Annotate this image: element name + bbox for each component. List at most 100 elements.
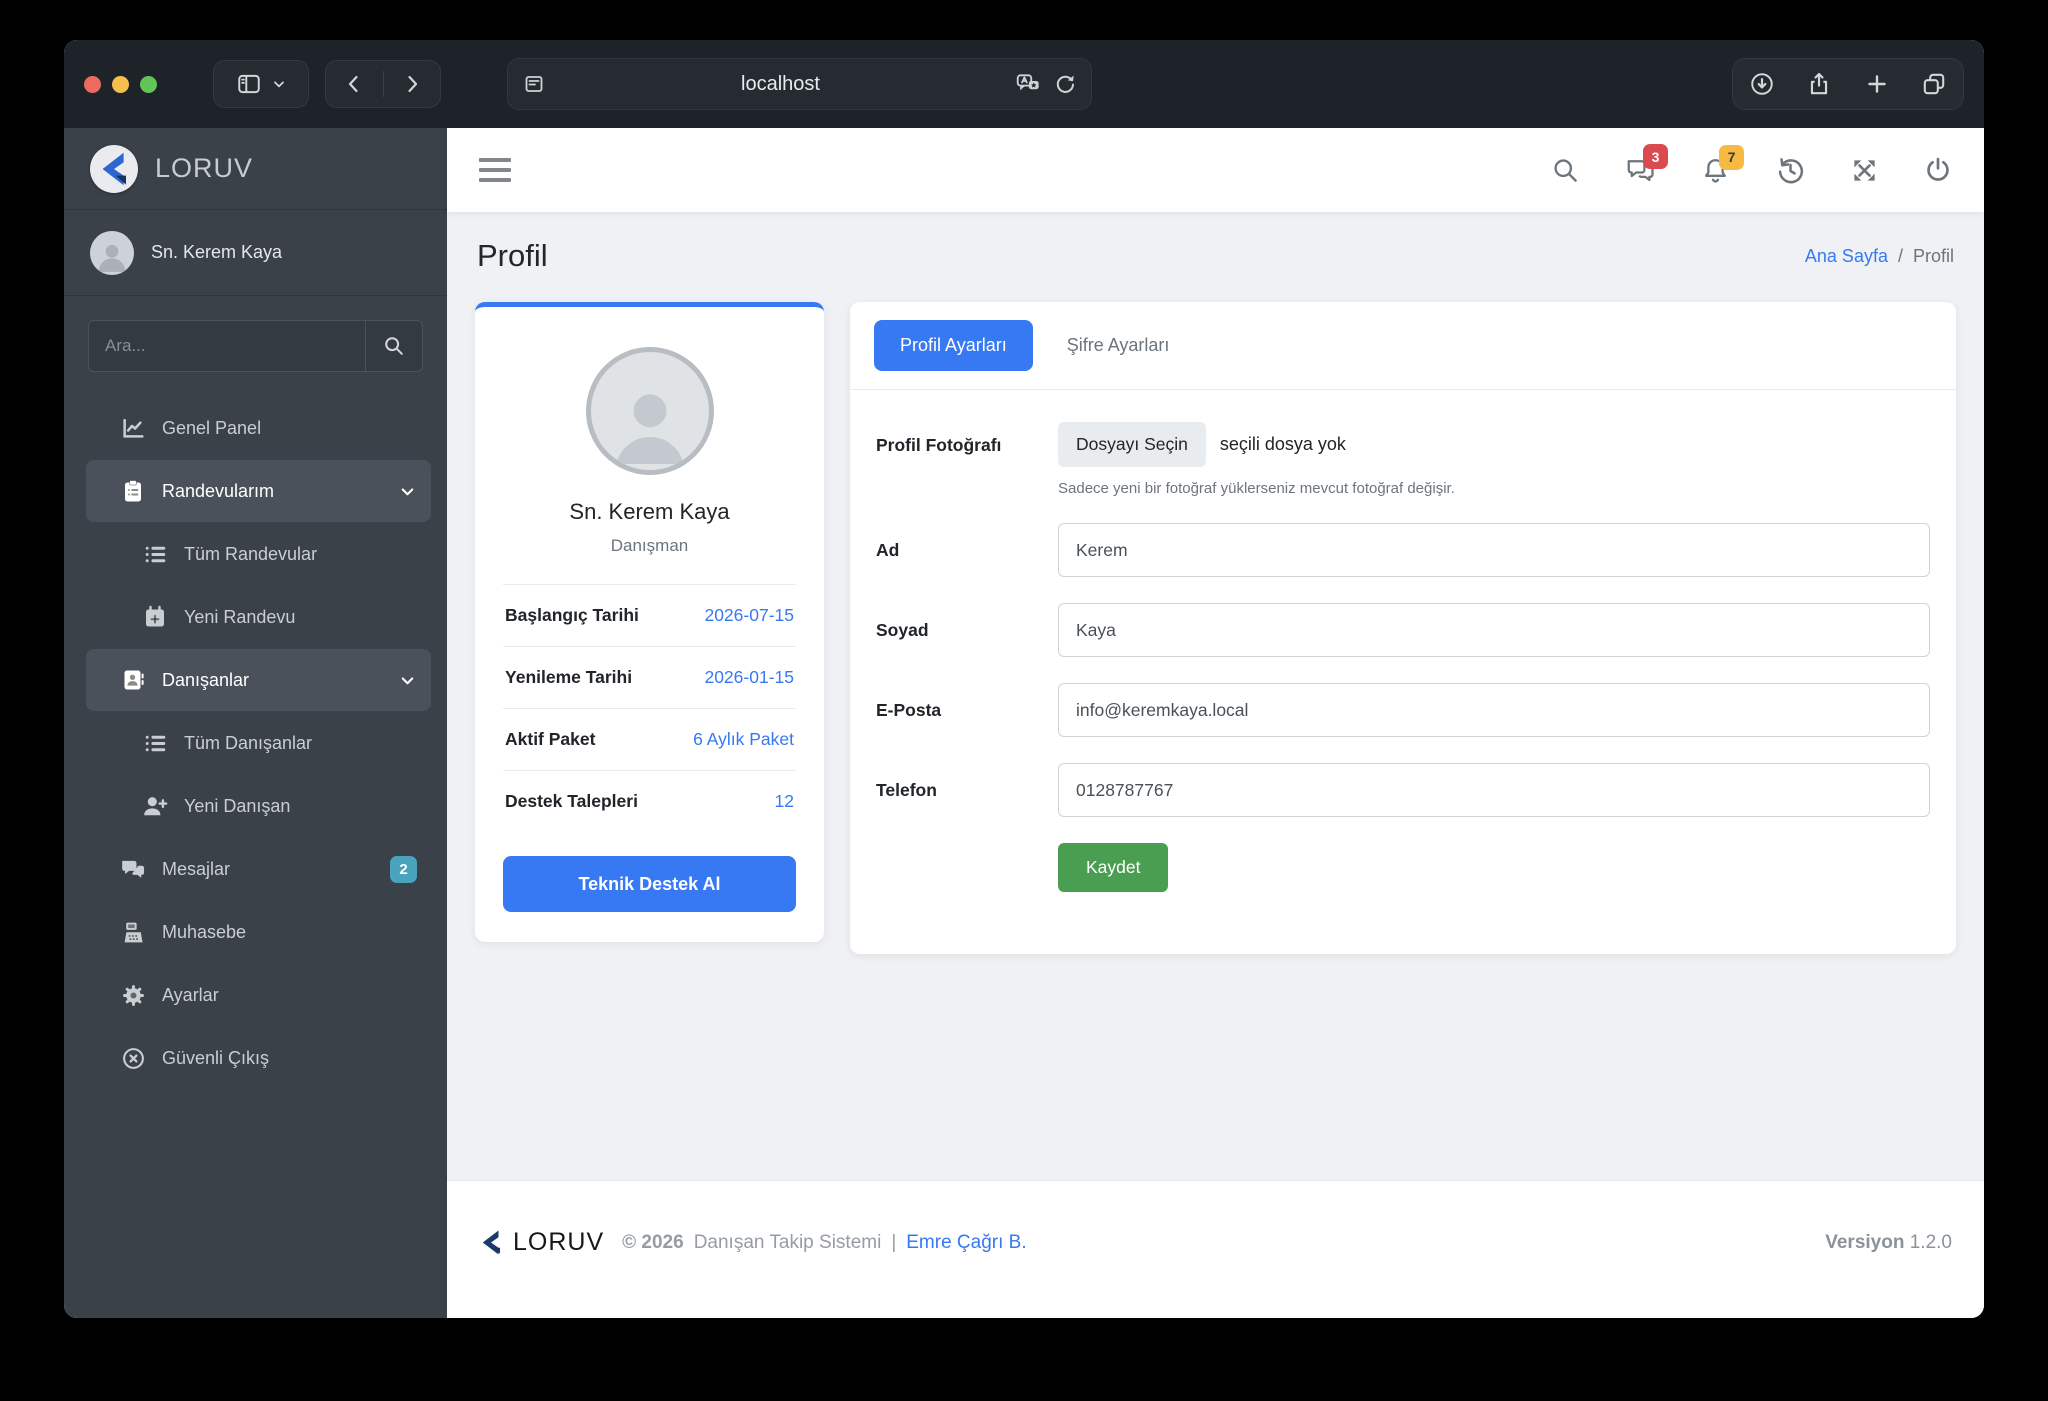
share-icon[interactable] [1791, 71, 1849, 97]
history-icon[interactable] [1776, 156, 1805, 185]
form-row-eposta: E-Posta [876, 683, 1930, 737]
form-row-telefon: Telefon [876, 763, 1930, 817]
calendar-plus-icon [142, 604, 168, 630]
profile-name: Sn. Kerem Kaya [569, 499, 730, 524]
traffic-lights [84, 75, 197, 93]
save-button[interactable]: Kaydet [1058, 843, 1169, 892]
sidebar-item-label: Randevularım [162, 480, 275, 501]
minimize-window-button[interactable] [112, 75, 129, 93]
stat-row-destek-talepleri: Destek Talepleri 12 [503, 770, 796, 832]
cash-register-icon [120, 919, 146, 945]
reader-view-icon[interactable] [522, 72, 546, 96]
topbar-search-icon[interactable] [1552, 157, 1579, 184]
sidebar-item-tum-danisanlar[interactable]: Tüm Danışanlar [86, 712, 431, 774]
page-title: Profil [477, 238, 548, 273]
stat-label: Aktif Paket [505, 729, 596, 749]
sidebar-item-yeni-danisan[interactable]: Yeni Danışan [86, 775, 431, 837]
topbar: 3 7 [447, 128, 1984, 212]
telefon-input[interactable] [1058, 763, 1930, 817]
profile-stats: Başlangıç Tarihi 2026-07-15 Yenileme Tar… [503, 584, 796, 832]
comments-icon [120, 856, 146, 882]
page-content: Profil Ana Sayfa / Profil Sn. Kerem Kaya [447, 212, 1984, 1180]
profile-summary-card: Sn. Kerem Kaya Danışman Başlangıç Tarihi… [475, 302, 824, 942]
power-logout-icon[interactable] [1924, 156, 1952, 184]
sidebar-item-guvenli-cikis[interactable]: Güvenli Çıkış [86, 1027, 431, 1089]
user-plus-icon [142, 793, 168, 819]
forward-button[interactable] [384, 61, 441, 107]
back-button[interactable] [326, 61, 383, 107]
sidebar-item-danisanlar[interactable]: Danışanlar [86, 649, 431, 711]
url-text[interactable]: localhost [546, 73, 1015, 96]
sidebar-item-mesajlar[interactable]: Mesajlar 2 [86, 838, 431, 900]
messages-count-badge: 3 [1643, 144, 1668, 169]
sidebar-item-label: Genel Panel [162, 417, 262, 438]
form-row-save: Kaydet [876, 843, 1930, 892]
clipboard-list-icon [120, 478, 146, 504]
sidebar-item-ayarlar[interactable]: Ayarlar [86, 964, 431, 1026]
footer: LORUV © 2026 Danışan Takip Sistemi | Emr… [447, 1180, 1984, 1318]
soyad-input[interactable] [1058, 603, 1930, 657]
sidebar-item-randevularim[interactable]: Randevularım [86, 460, 431, 522]
list-icon [142, 730, 168, 756]
footer-separator: | [891, 1231, 897, 1253]
footer-version: Versiyon 1.2.0 [1825, 1232, 1952, 1254]
close-window-button[interactable] [84, 75, 101, 93]
profile-role: Danışman [610, 536, 689, 555]
brand-header[interactable]: LORUV [64, 128, 447, 210]
tab-overview-icon[interactable] [1906, 71, 1964, 97]
search-icon [385, 337, 403, 355]
fullscreen-expand-icon[interactable] [1851, 157, 1878, 184]
address-bar[interactable]: localhost [507, 58, 1092, 110]
file-status-text: seçili dosya yok [1219, 434, 1346, 454]
stat-row-baslangic: Başlangıç Tarihi 2026-07-15 [503, 584, 796, 646]
sidebar-item-tum-randevular[interactable]: Tüm Randevular [86, 523, 431, 585]
hamburger-menu-icon[interactable] [479, 158, 511, 182]
loruv-logo-icon [90, 144, 138, 193]
reload-icon[interactable] [1053, 72, 1077, 96]
zoom-window-button[interactable] [140, 75, 157, 93]
ad-input[interactable] [1058, 523, 1930, 577]
footer-brand: LORUV [513, 1228, 605, 1256]
stat-row-yenileme: Yenileme Tarihi 2026-01-15 [503, 646, 796, 708]
breadcrumb-home-link[interactable]: Ana Sayfa [1805, 246, 1888, 267]
stat-label: Destek Talepleri [505, 791, 638, 811]
messages-icon[interactable]: 3 [1625, 144, 1668, 185]
search-submit-button[interactable] [365, 320, 423, 372]
new-tab-icon[interactable] [1848, 71, 1906, 97]
stat-value: 2026-07-15 [704, 605, 794, 625]
browser-chrome: localhost [64, 40, 1984, 128]
sidebar-item-label: Yeni Randevu [184, 606, 296, 627]
eposta-input[interactable] [1058, 683, 1930, 737]
eposta-field-label: E-Posta [876, 699, 942, 720]
footer-copyright: © 2026 [622, 1231, 684, 1253]
search-input[interactable] [88, 320, 365, 372]
stat-label: Başlangıç Tarihi [505, 605, 639, 625]
sidebar-toggle-button[interactable] [213, 60, 309, 108]
technical-support-button[interactable]: Teknik Destek Al [503, 856, 796, 912]
sidebar: LORUV Sn. Kerem Kaya Genel [64, 128, 447, 1318]
profile-avatar [585, 347, 714, 475]
sidebar-item-muhasebe[interactable]: Muhasebe [86, 901, 431, 963]
footer-logo-icon [479, 1229, 503, 1256]
sidebar-user[interactable]: Sn. Kerem Kaya [64, 210, 447, 296]
sidebar-item-label: Güvenli Çıkış [162, 1047, 270, 1068]
tab-profil-ayarlari[interactable]: Profil Ayarları [874, 320, 1033, 371]
history-nav-group [325, 60, 441, 108]
footer-author-link[interactable]: Emre Çağrı B. [906, 1232, 1026, 1254]
translate-icon[interactable] [1015, 71, 1041, 97]
breadcrumb-separator: / [1897, 245, 1903, 266]
downloads-icon[interactable] [1733, 71, 1791, 97]
tab-sifre-ayarlari[interactable]: Şifre Ayarları [1041, 320, 1196, 371]
form-row-ad: Ad [876, 523, 1930, 577]
sidebar-item-genel-panel[interactable]: Genel Panel [86, 397, 431, 459]
chart-line-icon [120, 415, 146, 441]
sidebar-user-name: Sn. Kerem Kaya [151, 242, 283, 262]
notifications-bell-icon[interactable]: 7 [1701, 144, 1744, 185]
photo-field-label: Profil Fotoğrafı [876, 435, 1002, 455]
stat-value: 2026-01-15 [704, 667, 794, 687]
breadcrumb: Ana Sayfa / Profil [1805, 246, 1954, 267]
choose-file-button[interactable]: Dosyayı Seçin [1058, 422, 1206, 467]
sidebar-item-yeni-randevu[interactable]: Yeni Randevu [86, 586, 431, 648]
stat-value: 6 Aylık Paket [693, 729, 794, 749]
ad-field-label: Ad [876, 539, 900, 560]
